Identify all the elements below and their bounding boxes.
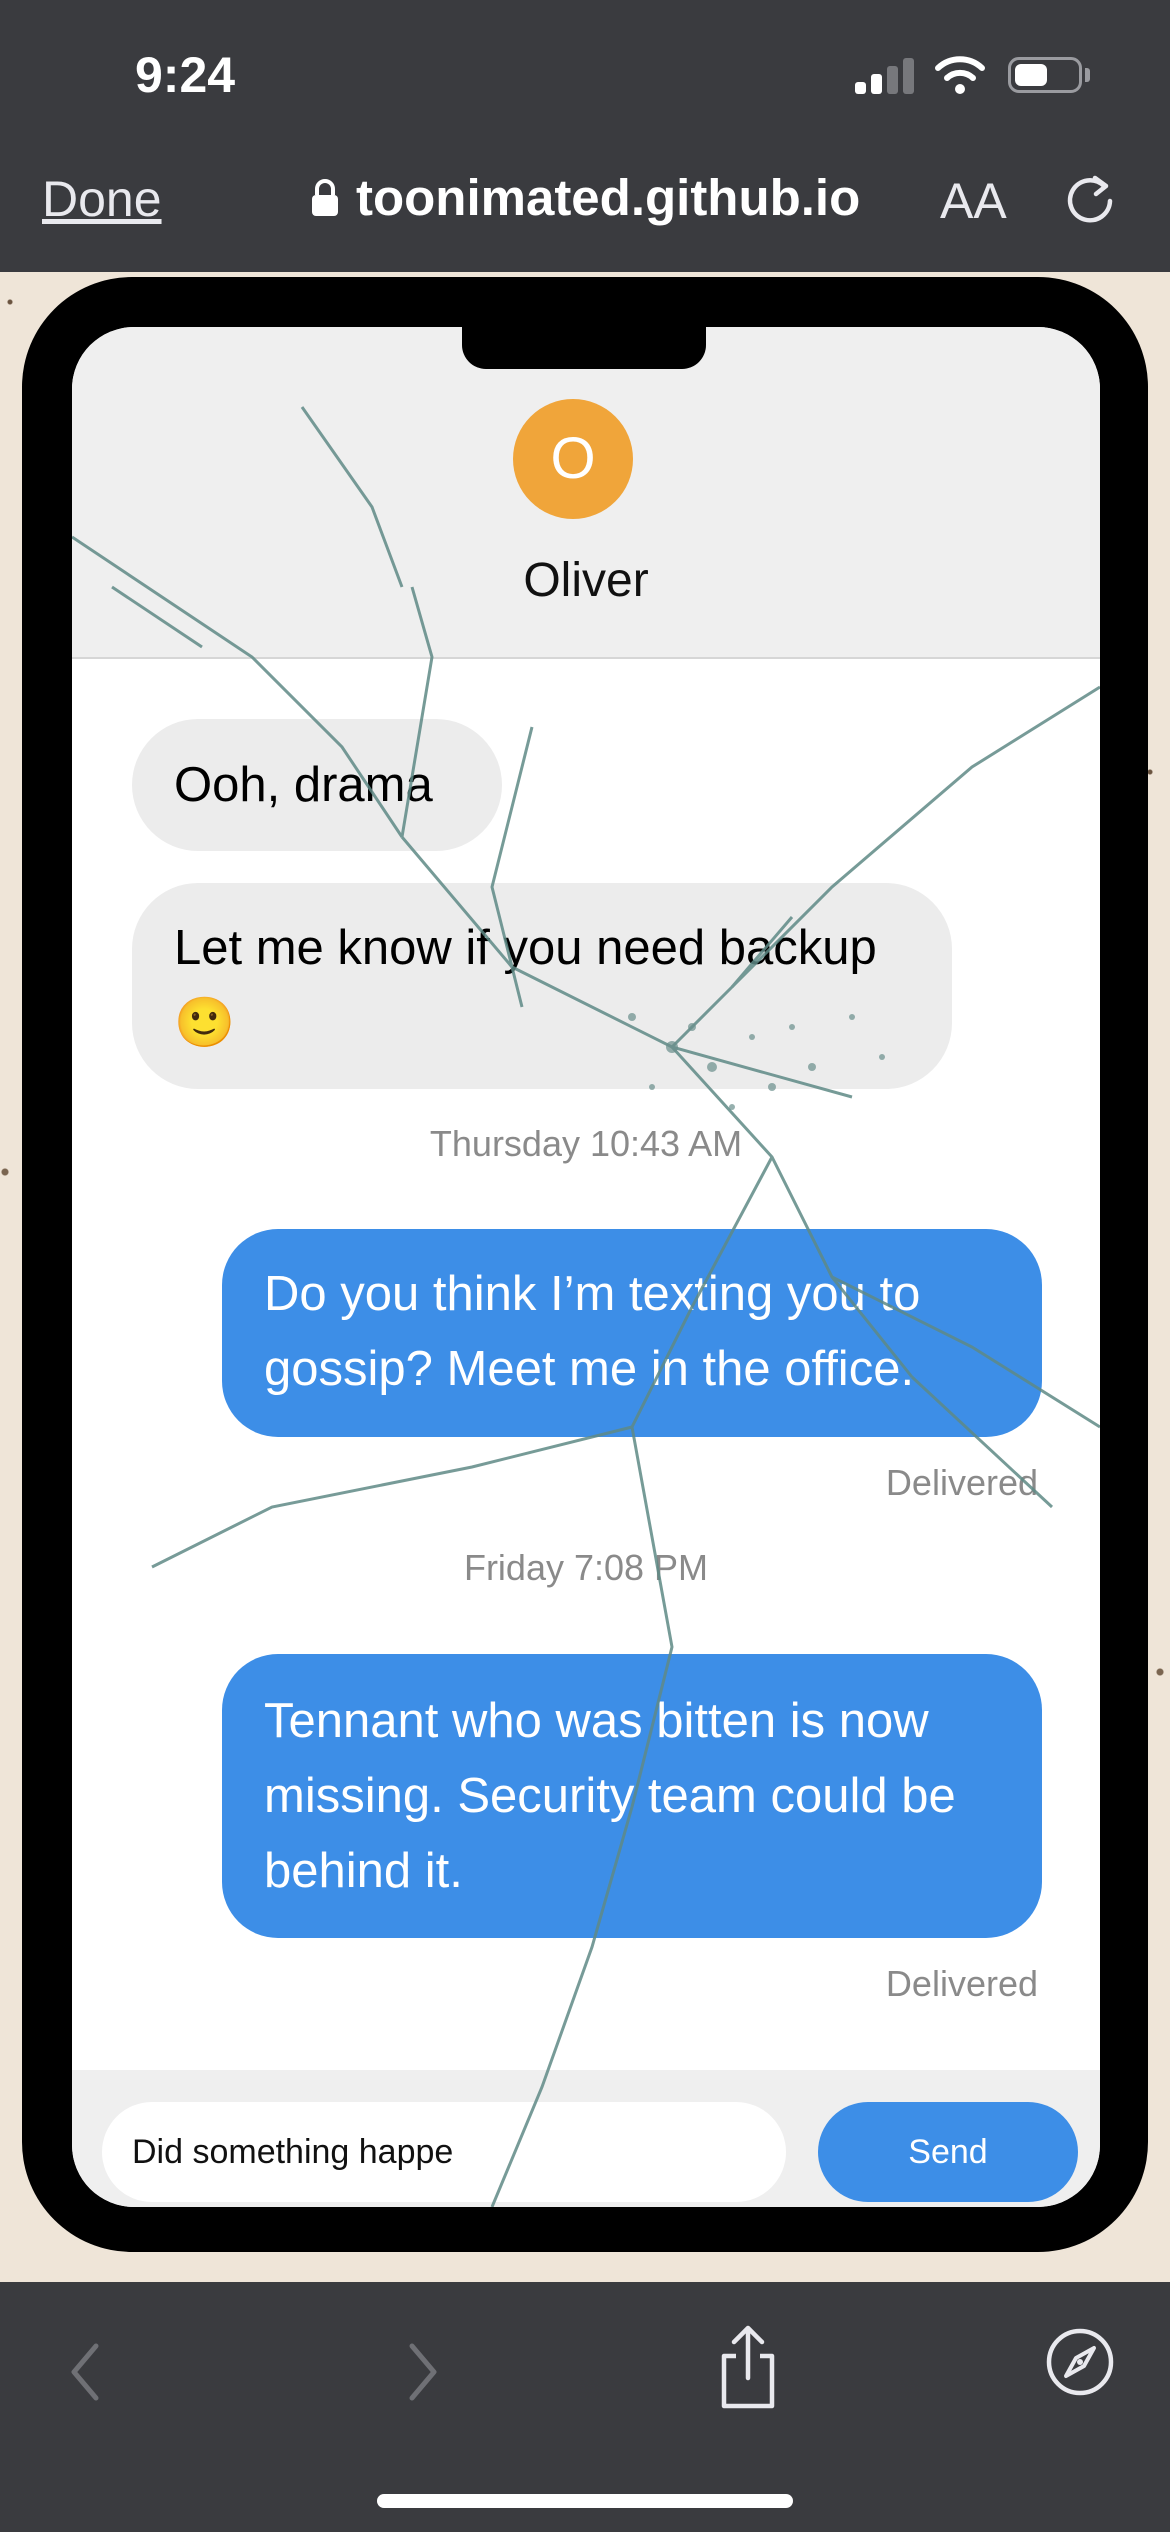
browser-bottom-toolbar xyxy=(0,2282,1170,2532)
back-icon[interactable] xyxy=(62,2332,110,2412)
battery-icon xyxy=(1008,57,1082,93)
send-button[interactable]: Send xyxy=(818,2102,1078,2202)
wifi-icon xyxy=(935,56,985,94)
lock-icon xyxy=(312,178,338,216)
contact-name: Oliver xyxy=(523,554,649,607)
chat-header: O Oliver xyxy=(72,327,1100,659)
web-page: O Oliver Ooh, drama Let me know if you n… xyxy=(0,272,1170,2282)
message-compose-bar: Send xyxy=(72,2070,1100,2207)
message-input[interactable] xyxy=(102,2102,786,2202)
avatar[interactable]: O xyxy=(513,399,633,519)
url-field[interactable]: toonimated.github.io xyxy=(310,168,860,227)
cellular-signal-icon xyxy=(855,58,915,94)
forward-icon[interactable] xyxy=(398,2332,446,2412)
message-bubble-outgoing: Do you think I’m texting you to gossip? … xyxy=(222,1229,1042,1437)
message-bubble-incoming: Ooh, drama xyxy=(132,719,502,851)
phone-notch xyxy=(462,327,706,369)
share-icon[interactable] xyxy=(716,2322,780,2412)
phone-frame: O Oliver Ooh, drama Let me know if you n… xyxy=(22,277,1148,2252)
status-bar: 9:24 xyxy=(0,0,1170,150)
url-text: toonimated.github.io xyxy=(356,169,861,226)
text-size-button[interactable]: AA xyxy=(940,172,1007,230)
phone-screen: O Oliver Ooh, drama Let me know if you n… xyxy=(72,327,1100,2207)
done-button[interactable]: Done xyxy=(42,170,162,228)
compass-icon[interactable] xyxy=(1044,2326,1116,2398)
battery-tip xyxy=(1085,68,1090,82)
delivery-status: Delivered xyxy=(885,1963,1038,2004)
message-timestamp: Thursday 10:43 AM xyxy=(429,1123,743,1164)
browser-top-bar: Done toonimated.github.io AA xyxy=(0,150,1170,272)
delivery-status: Delivered xyxy=(885,1462,1038,1503)
message-bubble-incoming: Let me know if you need backup 🙂 xyxy=(132,883,952,1089)
message-timestamp: Friday 7:08 PM xyxy=(463,1547,709,1588)
reload-icon[interactable] xyxy=(1062,170,1118,226)
status-time: 9:24 xyxy=(135,47,236,103)
home-indicator[interactable] xyxy=(377,2494,793,2508)
message-bubble-outgoing: Tennant who was bitten is now missing. S… xyxy=(222,1654,1042,1938)
